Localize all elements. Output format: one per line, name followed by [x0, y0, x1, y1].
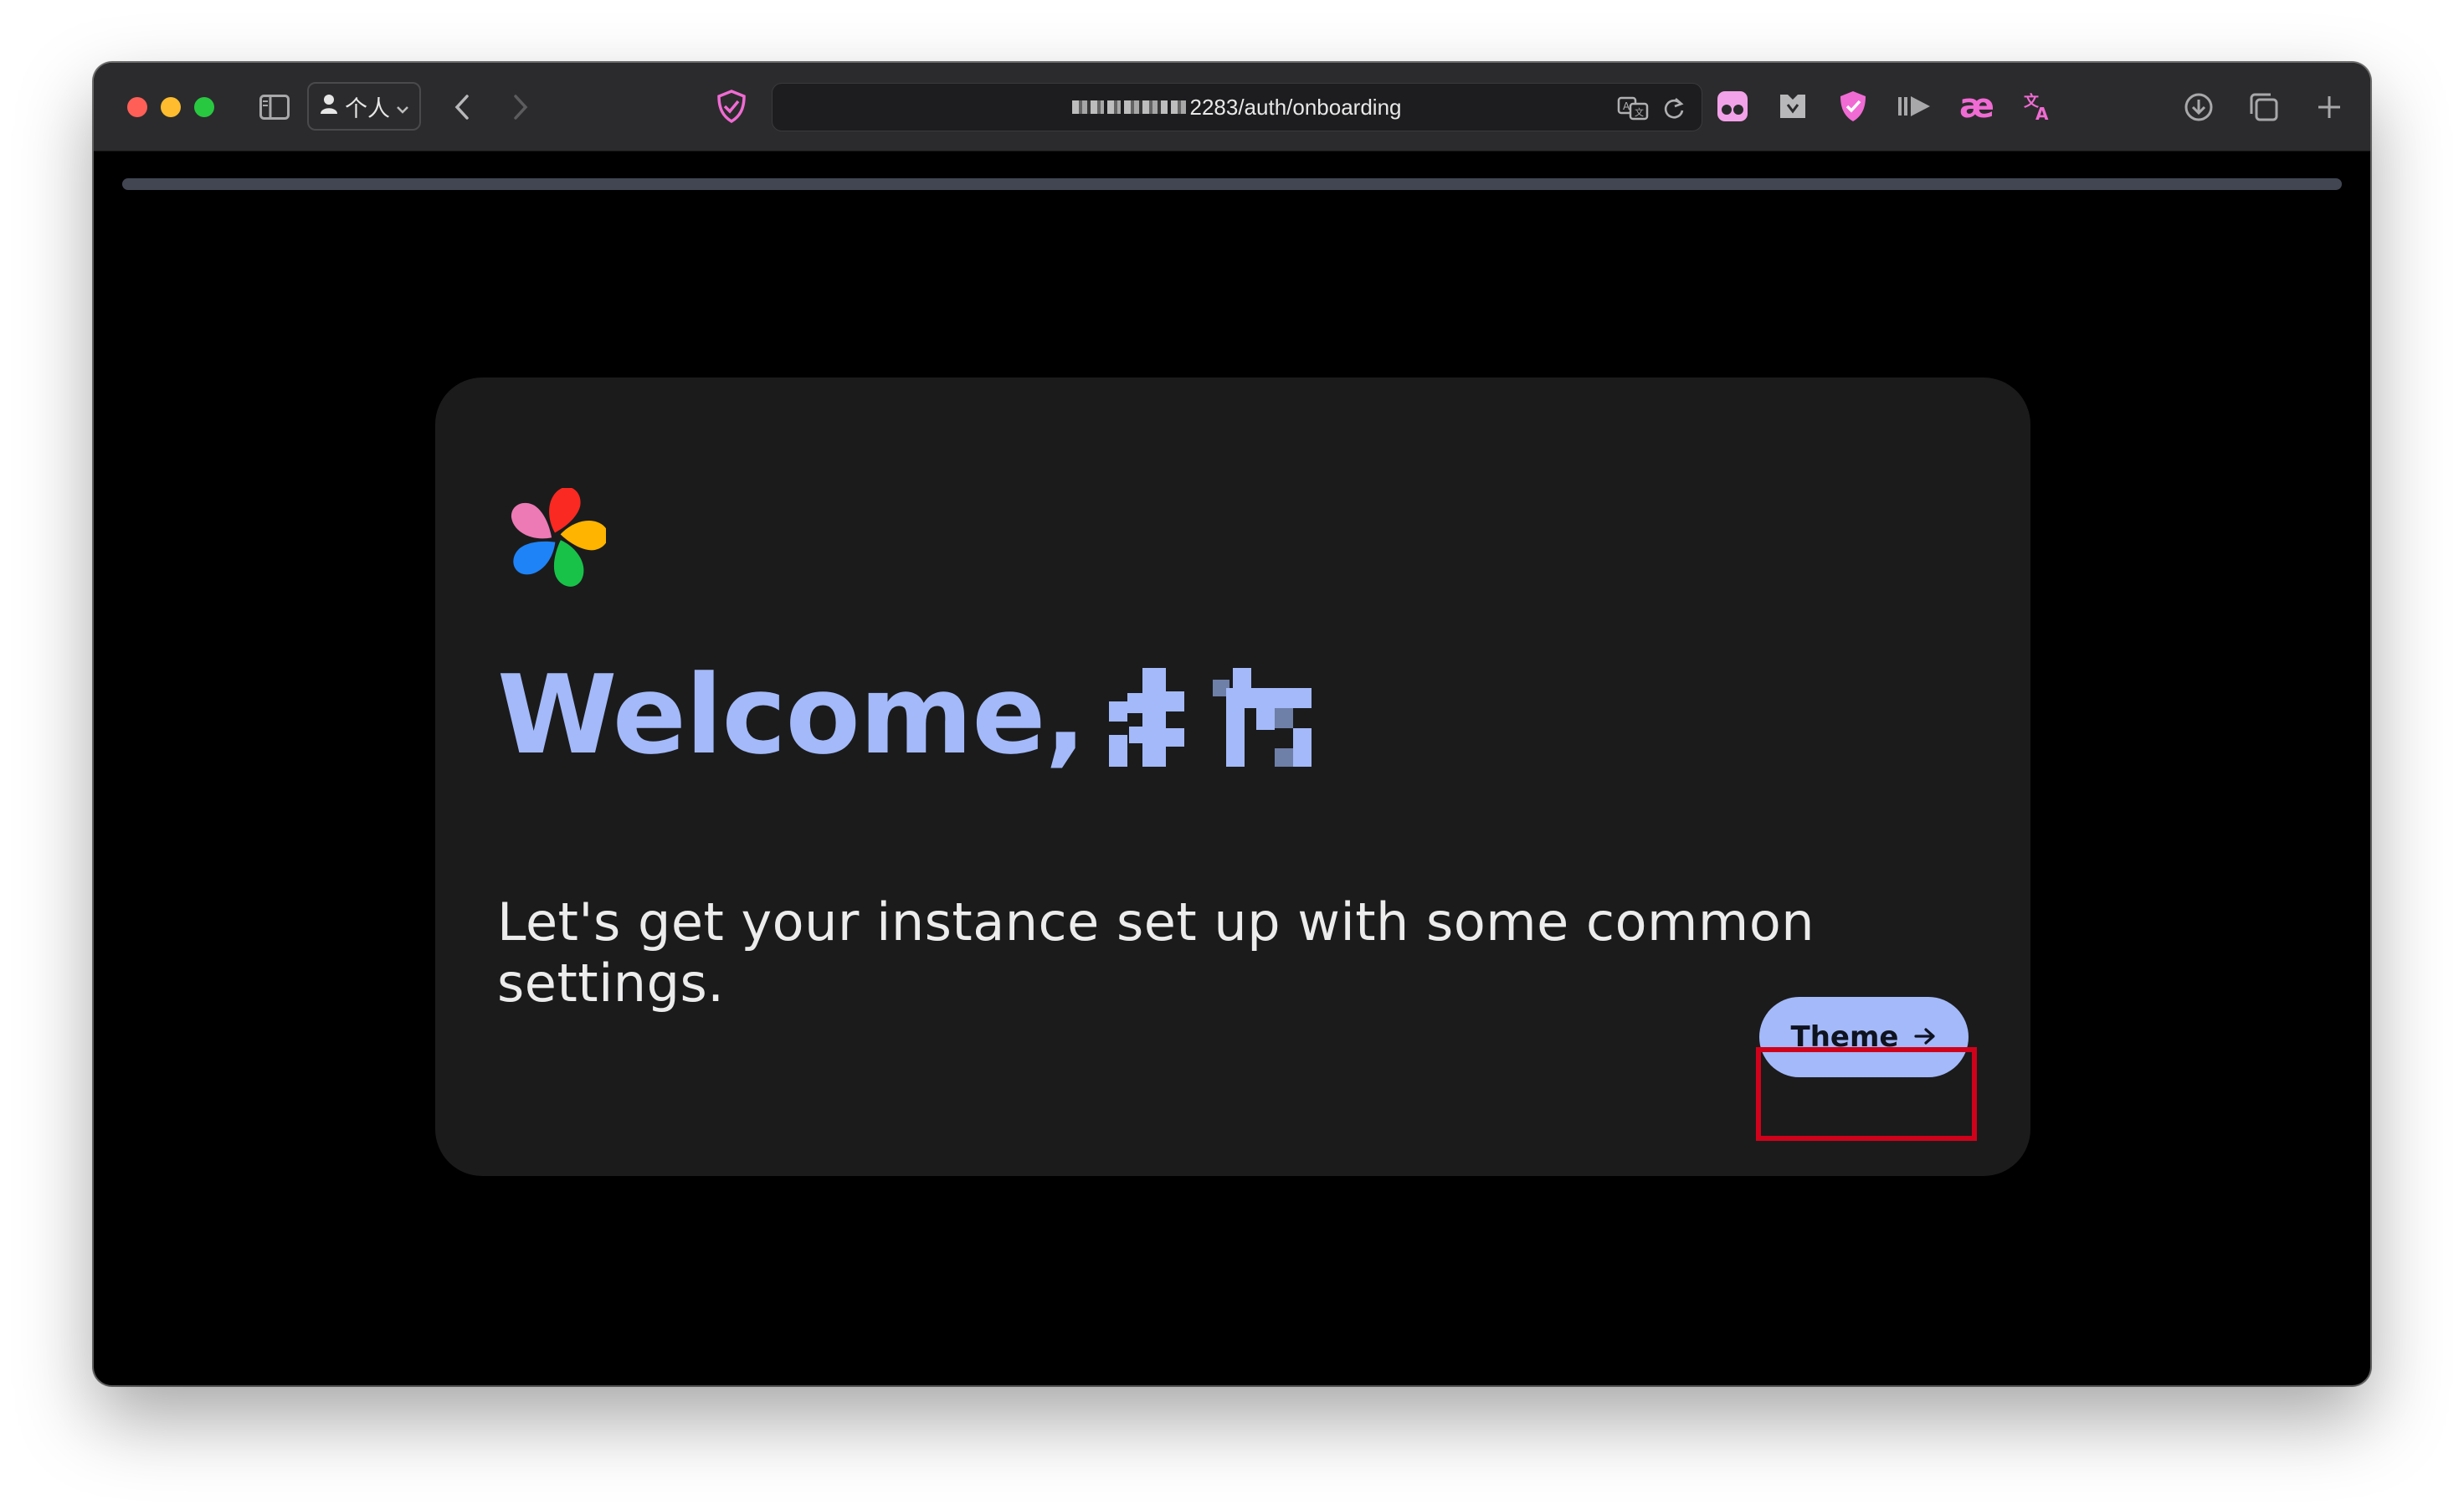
chevron-down-icon [397, 94, 408, 120]
shield-check-icon[interactable] [713, 88, 750, 125]
browser-toolbar: 个人 2283/auth/onboarding A文 æ 文 A [94, 63, 2370, 152]
sidebar-icon[interactable] [258, 93, 291, 121]
translate-icon[interactable]: A文 [1616, 94, 1650, 122]
extension-play-icon[interactable] [1895, 88, 1935, 125]
immich-logo-icon [511, 488, 606, 587]
extension-translate-icon[interactable]: 文A [2019, 86, 2059, 126]
welcome-heading: Welcome, [497, 651, 1312, 778]
welcome-text: Welcome, [497, 651, 1086, 778]
extension-glasses-icon[interactable] [1714, 88, 1751, 125]
reload-icon[interactable] [1661, 94, 1686, 122]
extension-ae-icon[interactable]: æ [1957, 86, 1997, 126]
svg-text:A: A [2035, 104, 2049, 123]
minimize-window-button[interactable] [161, 97, 181, 117]
theme-button-label: Theme [1790, 1020, 1899, 1054]
browser-window: 个人 2283/auth/onboarding A文 æ 文 A Welcome… [94, 63, 2370, 1385]
arrow-right-icon [1913, 1020, 1937, 1054]
redacted-user-name [1108, 665, 1312, 767]
profile-label: 个人 [345, 95, 390, 122]
url-text: 2283/auth/onboarding [1189, 94, 1402, 120]
redacted-host [1072, 100, 1105, 114]
profile-switcher[interactable]: 个人 [307, 82, 421, 131]
new-tab-icon[interactable] [2312, 90, 2347, 125]
tabs-icon[interactable] [2246, 90, 2282, 125]
redacted-host [1107, 100, 1122, 114]
download-icon[interactable] [2181, 90, 2216, 125]
redacted-host [1124, 100, 1168, 114]
svg-text:A: A [1623, 100, 1630, 112]
onboarding-progress-bar [122, 178, 2342, 190]
extension-bucket-icon[interactable] [1774, 88, 1811, 125]
onboarding-card: Welcome, Let's get your instance set up … [435, 378, 2030, 1176]
onboarding-subtitle: Let's get your instance set up with some… [497, 891, 1815, 1014]
back-icon[interactable] [449, 91, 475, 123]
forward-icon[interactable] [508, 91, 533, 123]
svg-text:文: 文 [1635, 106, 1644, 118]
zoom-window-button[interactable] [194, 97, 214, 117]
close-window-button[interactable] [127, 97, 147, 117]
extension-shield-icon[interactable] [1835, 88, 1871, 125]
person-icon [320, 94, 338, 120]
redacted-host [1171, 100, 1187, 114]
theme-next-button[interactable]: Theme [1759, 997, 1969, 1077]
address-bar[interactable]: 2283/auth/onboarding A文 [772, 83, 1702, 131]
